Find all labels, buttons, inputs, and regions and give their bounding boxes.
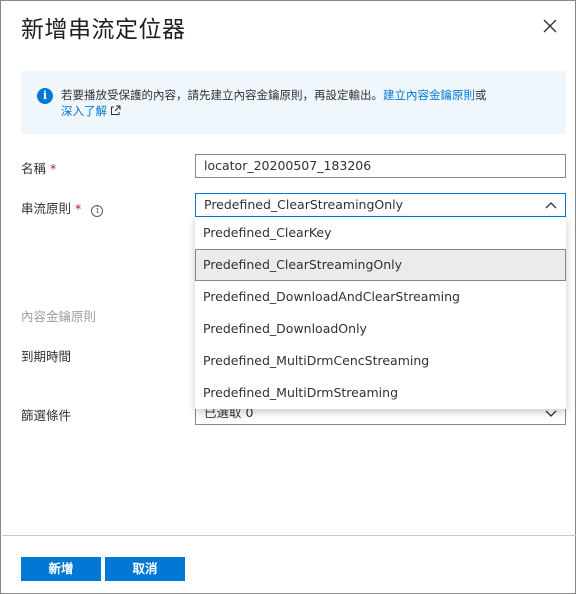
dropdown-option[interactable]: Predefined_ClearKey xyxy=(195,217,566,249)
streaming-policy-label: 串流原則 * i xyxy=(21,198,104,217)
streaming-policy-dropdown: Predefined_ClearKey Predefined_ClearStre… xyxy=(195,217,566,409)
required-marker: * xyxy=(50,161,57,176)
expiry-label: 到期時間 xyxy=(21,349,72,364)
dropdown-option[interactable]: Predefined_DownloadOnly xyxy=(195,313,566,345)
filter-label: 篩選條件 xyxy=(21,408,72,423)
dropdown-option-selected[interactable]: Predefined_ClearStreamingOnly xyxy=(195,249,566,281)
streaming-policy-value: Predefined_ClearStreamingOnly xyxy=(204,197,404,212)
cancel-button[interactable]: 取消 xyxy=(105,557,185,581)
locator-name-value: locator_20200507_183206 xyxy=(204,158,372,173)
streaming-policy-select[interactable]: Predefined_ClearStreamingOnly xyxy=(195,193,566,217)
dropdown-option[interactable]: Predefined_MultiDrmCencStreaming xyxy=(195,345,566,377)
required-marker: * xyxy=(75,201,82,216)
add-button[interactable]: 新增 xyxy=(21,557,101,581)
info-text: 若要播放受保護的內容，請先建立內容金鑰原則，再設定輸出。建立內容金鑰原則或 深入… xyxy=(61,87,561,119)
locator-name-input[interactable]: locator_20200507_183206 xyxy=(195,154,566,178)
help-icon[interactable]: i xyxy=(91,205,104,217)
info-icon: i xyxy=(37,88,53,104)
create-content-key-policy-link[interactable]: 建立內容金鑰原則 xyxy=(383,88,475,102)
chevron-up-icon xyxy=(545,202,557,209)
info-message: 若要播放受保護的內容，請先建立內容金鑰原則，再設定輸出。 xyxy=(61,88,383,102)
chevron-down-icon xyxy=(545,410,557,417)
dialog-panel: 新增串流定位器 i 若要播放受保護的內容，請先建立內容金鑰原則，再設定輸出。建立… xyxy=(0,0,576,594)
name-label-text: 名稱 xyxy=(21,161,47,176)
learn-more-label: 深入了解 xyxy=(61,104,107,118)
dropdown-option[interactable]: Predefined_DownloadAndClearStreaming xyxy=(195,281,566,313)
external-link-icon xyxy=(111,105,121,115)
info-banner: i 若要播放受保護的內容，請先建立內容金鑰原則，再設定輸出。建立內容金鑰原則或 … xyxy=(21,71,566,134)
close-icon[interactable] xyxy=(539,15,561,37)
dialog-title: 新增串流定位器 xyxy=(21,17,186,43)
dropdown-option[interactable]: Predefined_MultiDrmStreaming xyxy=(195,377,566,409)
footer-divider xyxy=(2,535,576,536)
streaming-policy-label-text: 串流原則 xyxy=(21,201,72,216)
name-label: 名稱 * xyxy=(21,158,56,177)
content-key-policy-label: 內容金鑰原則 xyxy=(21,309,97,324)
info-suffix: 或 xyxy=(475,88,487,102)
learn-more-link[interactable]: 深入了解 xyxy=(61,104,121,118)
